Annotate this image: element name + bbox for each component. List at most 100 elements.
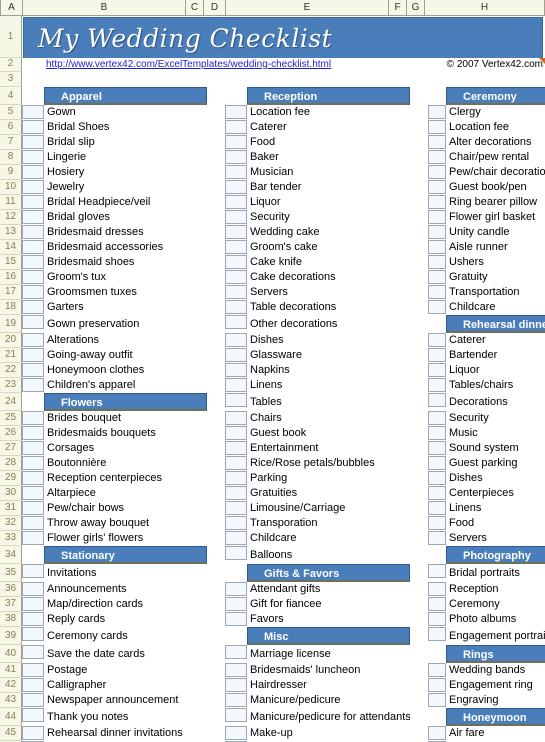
checkbox-g[interactable] — [428, 255, 446, 270]
cell-blank[interactable] — [428, 546, 446, 564]
gutter-cell[interactable] — [410, 501, 428, 516]
item-e[interactable]: Bar tender — [247, 180, 410, 195]
checkbox-d[interactable] — [225, 315, 247, 333]
row-header-34[interactable]: 34 — [0, 546, 22, 564]
checkbox-icon[interactable] — [225, 456, 247, 470]
checkbox-a[interactable] — [22, 486, 44, 501]
item-e[interactable]: Security — [247, 210, 410, 225]
item-e[interactable]: Childcare — [247, 531, 410, 546]
checkbox-g[interactable] — [428, 120, 446, 135]
section-header-cell[interactable]: Honeymoon — [446, 708, 545, 726]
checkbox-a[interactable] — [22, 105, 44, 120]
checkbox-a[interactable] — [22, 150, 44, 165]
checkbox-d[interactable] — [225, 348, 247, 363]
row-header-32[interactable]: 32 — [0, 516, 22, 531]
checkbox-icon[interactable] — [428, 726, 446, 740]
section-header-cell[interactable]: Photography — [446, 546, 545, 564]
item-b[interactable]: Bridesmaid accessories — [44, 240, 207, 255]
item-e[interactable]: Liquor — [247, 195, 410, 210]
checkbox-icon[interactable] — [225, 645, 247, 659]
checkbox-g[interactable] — [428, 564, 446, 582]
checkbox-icon[interactable] — [225, 612, 247, 626]
checkbox-g[interactable] — [428, 165, 446, 180]
checkbox-g[interactable] — [428, 285, 446, 300]
checkbox-icon[interactable] — [428, 105, 446, 119]
checkbox-icon[interactable] — [22, 255, 44, 269]
cell-blank[interactable] — [428, 645, 446, 663]
checkbox-g[interactable] — [428, 516, 446, 531]
row-header-28[interactable]: 28 — [0, 456, 22, 471]
checkbox-a[interactable] — [22, 240, 44, 255]
checkbox-a[interactable] — [22, 180, 44, 195]
checkbox-g[interactable] — [428, 105, 446, 120]
item-h[interactable]: Guest parking — [446, 456, 545, 471]
row-header-9[interactable]: 9 — [0, 165, 22, 180]
checkbox-icon[interactable] — [428, 411, 446, 425]
checkbox-g[interactable] — [428, 378, 446, 393]
checkbox-icon[interactable] — [22, 426, 44, 440]
item-h[interactable]: Flower girl basket — [446, 210, 545, 225]
gutter-cell[interactable] — [207, 150, 225, 165]
item-e[interactable]: Limousine/Carriage — [247, 501, 410, 516]
item-e[interactable]: Table decorations — [247, 300, 410, 315]
checkbox-icon[interactable] — [428, 627, 446, 641]
gutter-cell[interactable] — [410, 516, 428, 531]
checkbox-icon[interactable] — [225, 225, 247, 239]
item-e[interactable]: Balloons — [247, 546, 410, 564]
checkbox-d[interactable] — [225, 678, 247, 693]
item-e[interactable]: Hairdresser — [247, 678, 410, 693]
column-header-f[interactable]: F — [389, 0, 407, 16]
checkbox-d[interactable] — [225, 210, 247, 225]
item-e[interactable]: Tables — [247, 393, 410, 411]
checkbox-g[interactable] — [428, 135, 446, 150]
checkbox-g[interactable] — [428, 300, 446, 315]
checkbox-d[interactable] — [225, 516, 247, 531]
gutter-cell[interactable] — [207, 471, 225, 486]
item-e[interactable]: Location fee — [247, 105, 410, 120]
checkbox-d[interactable] — [225, 285, 247, 300]
gutter-cell[interactable] — [410, 120, 428, 135]
checkbox-icon[interactable] — [428, 195, 446, 209]
checkbox-icon[interactable] — [225, 270, 247, 284]
item-e[interactable]: Rice/Rose petals/bubbles — [247, 456, 410, 471]
section-header-cell[interactable]: Flowers — [44, 393, 207, 411]
checkbox-d[interactable] — [225, 663, 247, 678]
gutter-cell[interactable] — [410, 627, 428, 645]
checkbox-icon[interactable] — [428, 612, 446, 626]
checkbox-g[interactable] — [428, 150, 446, 165]
item-h[interactable]: Photo albums — [446, 612, 545, 627]
checkbox-icon[interactable] — [225, 708, 247, 722]
item-b[interactable]: Brides bouquet — [44, 411, 207, 426]
checkbox-icon[interactable] — [22, 663, 44, 677]
checkbox-icon[interactable] — [225, 333, 247, 347]
checkbox-icon[interactable] — [22, 456, 44, 470]
checkbox-d[interactable] — [225, 645, 247, 663]
gutter-cell[interactable] — [207, 678, 225, 693]
column-header-h[interactable]: H — [425, 0, 545, 16]
checkbox-d[interactable] — [225, 165, 247, 180]
checkbox-d[interactable] — [225, 105, 247, 120]
row-header-39[interactable]: 39 — [0, 627, 22, 645]
item-b[interactable]: Bridesmaid shoes — [44, 255, 207, 270]
checkbox-icon[interactable] — [225, 240, 247, 254]
item-h[interactable]: Centerpieces — [446, 486, 545, 501]
row-header-33[interactable]: 33 — [0, 531, 22, 546]
gutter-cell[interactable] — [207, 285, 225, 300]
checkbox-icon[interactable] — [225, 531, 247, 545]
item-b[interactable]: Hosiery — [44, 165, 207, 180]
checkbox-icon[interactable] — [225, 597, 247, 611]
checkbox-g[interactable] — [428, 333, 446, 348]
checkbox-d[interactable] — [225, 456, 247, 471]
checkbox-d[interactable] — [225, 393, 247, 411]
checkbox-icon[interactable] — [428, 348, 446, 362]
gutter-cell[interactable] — [207, 612, 225, 627]
item-e[interactable]: Make-up — [247, 726, 410, 741]
checkbox-icon[interactable] — [22, 582, 44, 596]
gutter-cell[interactable] — [207, 87, 225, 105]
checkbox-icon[interactable] — [22, 612, 44, 626]
gutter-cell[interactable] — [410, 645, 428, 663]
checkbox-a[interactable] — [22, 270, 44, 285]
row-header-43[interactable]: 43 — [0, 693, 22, 708]
checkbox-d[interactable] — [225, 471, 247, 486]
checkbox-g[interactable] — [428, 210, 446, 225]
